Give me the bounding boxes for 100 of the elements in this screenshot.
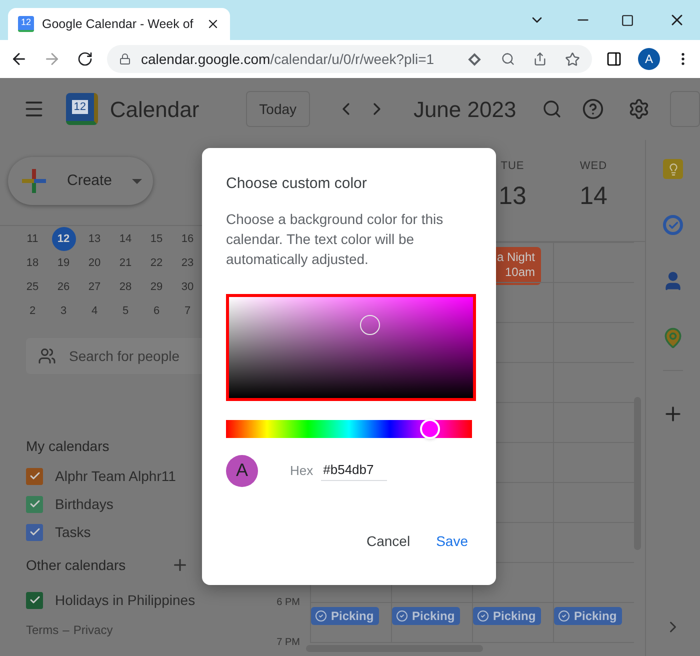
task-icon [396, 610, 408, 622]
calendar-day[interactable]: 26 [52, 275, 76, 299]
weekday-label: WED [580, 159, 608, 174]
check-icon [28, 594, 40, 606]
calendar-name[interactable]: Alphr Team Alphr11 [55, 466, 176, 486]
save-button[interactable]: Save [432, 524, 472, 558]
side-panel-icon[interactable] [606, 51, 622, 67]
calendar-day[interactable]: 7 [176, 299, 200, 323]
task-chip[interactable]: Picking [392, 607, 460, 625]
zoom-icon[interactable] [501, 52, 515, 66]
calendar-day[interactable]: 6 [144, 299, 168, 323]
calendar-checkbox[interactable] [26, 468, 43, 484]
calendar-day[interactable]: 13 [82, 227, 106, 251]
calendar-day[interactable]: 19 [52, 251, 76, 275]
terms-link[interactable]: Terms [26, 621, 59, 639]
profile-avatar[interactable]: A [638, 48, 660, 70]
calendar-day[interactable]: 12 [52, 227, 76, 251]
tab-title: Google Calendar - Week of [42, 16, 194, 33]
keep-icon[interactable] [663, 159, 683, 179]
close-tab-icon[interactable] [206, 17, 220, 31]
privacy-link[interactable]: Privacy [73, 621, 113, 639]
maximize-icon[interactable] [621, 14, 634, 26]
search-icon[interactable] [542, 99, 562, 119]
today-button[interactable]: Today [246, 91, 310, 127]
time-label: 6 PM [276, 596, 300, 610]
time-label: 7 PM [276, 636, 300, 650]
day-number[interactable]: 13 [498, 178, 526, 215]
dialog-description: Choose a background color for this calendar. The text color will be automatically adjusted. [226, 210, 444, 268]
address-bar[interactable]: calendar.google.com/calendar/u/0/r/week?pli=1 [107, 45, 592, 73]
task-icon [315, 610, 327, 622]
task-chip[interactable]: Picking [554, 607, 622, 625]
calendar-day[interactable]: 5 [114, 299, 138, 323]
help-icon[interactable] [582, 98, 604, 120]
hex-label: Hex [290, 462, 314, 480]
calendar-day[interactable]: 25 [20, 275, 44, 299]
hue-thumb[interactable] [420, 418, 440, 438]
calendar-day[interactable]: 22 [144, 251, 168, 275]
calendar-day[interactable]: 28 [114, 275, 138, 299]
app-title: Calendar [110, 96, 200, 124]
lens-icon[interactable] [468, 52, 481, 66]
weekday-label: TUE [500, 159, 524, 174]
calendar-name[interactable]: Birthdays [55, 494, 114, 514]
cancel-button[interactable]: Cancel [356, 524, 420, 558]
calendar-checkbox[interactable] [26, 496, 43, 512]
dialog-title: Choose custom color [226, 174, 368, 194]
task-chip[interactable]: Picking [473, 607, 541, 625]
calendar-day[interactable]: 20 [82, 251, 106, 275]
back-icon[interactable] [10, 50, 28, 68]
search-placeholder: Search for people [69, 346, 180, 366]
reload-icon[interactable] [77, 51, 93, 67]
calendar-day[interactable]: 16 [176, 227, 200, 251]
color-field[interactable] [226, 294, 476, 400]
calendar-name[interactable]: Holidays in Philippines [55, 590, 196, 610]
calendar-day[interactable]: 14 [114, 227, 138, 251]
calendar-checkbox[interactable] [26, 592, 43, 608]
period-title: June 2023 [413, 96, 516, 124]
calendar-day[interactable]: 18 [20, 251, 44, 275]
share-icon[interactable] [533, 52, 547, 66]
calendar-day[interactable]: 15 [144, 227, 168, 251]
calendar-day[interactable]: 11 [20, 227, 44, 251]
calendar-day[interactable]: 29 [144, 275, 168, 299]
settings-icon[interactable] [628, 98, 650, 120]
bookmark-icon[interactable] [565, 52, 580, 66]
hex-input[interactable]: #b54db7 [321, 460, 388, 481]
calendar-day[interactable]: 21 [114, 251, 138, 275]
hue-slider[interactable] [226, 420, 472, 438]
calendar-name[interactable]: Tasks [55, 522, 91, 542]
calendar-day[interactable]: 23 [176, 251, 200, 275]
event-time: 10am [504, 265, 535, 280]
calendar-day[interactable]: 4 [82, 299, 106, 323]
forward-icon[interactable] [43, 50, 61, 68]
calendar-day[interactable]: 3 [52, 299, 76, 323]
grid-cell[interactable]: Picking [472, 602, 553, 642]
separator: – [62, 622, 70, 639]
grid-cell[interactable]: Picking [553, 602, 634, 642]
check-icon [28, 526, 40, 538]
section-title[interactable]: Other calendars [26, 554, 126, 576]
day-number[interactable]: 14 [580, 178, 608, 215]
lock-icon [119, 53, 131, 65]
url-text: calendar.google.com/calendar/u/0/r/week?pli=1 [141, 50, 434, 69]
add-icon[interactable] [171, 556, 189, 574]
check-icon [28, 498, 40, 510]
section-title[interactable]: My calendars [26, 436, 110, 456]
caret-icon [132, 178, 142, 184]
create-button[interactable]: Create [8, 157, 153, 205]
color-preview-avatar: A [226, 454, 258, 486]
browser-tab[interactable]: 12 Google Calendar - Week of [8, 8, 230, 40]
calendar-day[interactable]: 2 [20, 299, 44, 323]
task-icon [558, 610, 570, 622]
task-chip[interactable]: Picking [311, 607, 379, 625]
grid-cell[interactable]: Picking [391, 602, 472, 642]
calendar-day[interactable]: 27 [82, 275, 106, 299]
calendar-day[interactable]: 30 [176, 275, 200, 299]
color-thumb[interactable] [360, 315, 380, 336]
grid-cell[interactable]: Picking [310, 602, 391, 642]
calendar-checkbox[interactable] [26, 524, 43, 540]
calendar-favicon: 12 [18, 16, 34, 32]
calendar-logo: 12 [66, 93, 98, 125]
plus-icon [22, 169, 46, 193]
event-title: a Night [496, 250, 535, 265]
